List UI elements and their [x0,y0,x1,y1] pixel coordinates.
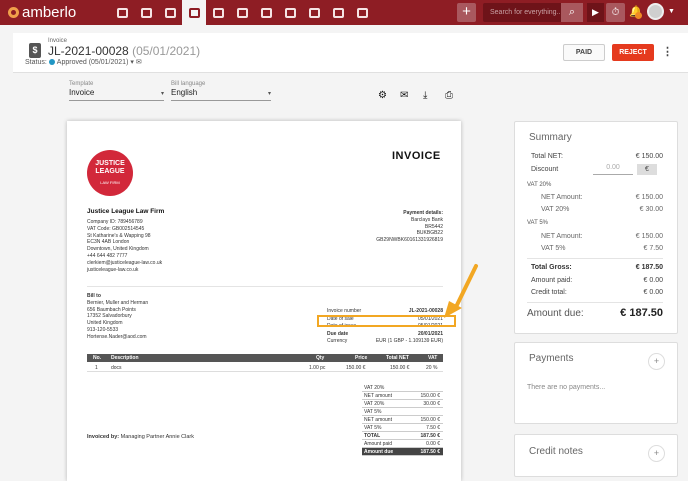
invoice-header: $ Invoice JL-2021-00028 (05/01/2021) Sta… [13,33,688,73]
summary-title: Summary [529,132,572,143]
mail-icon[interactable]: ✉ [400,90,408,101]
firm-details: Company ID: 789456789 VAT Code: GB0025145… [87,219,163,273]
status-badge: Approved (05/01/2021) [56,59,129,66]
invoice-doc-icon: $ [29,43,41,58]
table-row: 1 docs 1.00 pc 150.00 € 150.00 € 20 % [87,364,443,372]
vat-row: NET amount 150.00 € [362,416,443,424]
vat-row: VAT 5% [362,408,443,416]
chevron-down-icon: ▾ [130,59,134,66]
invoiced-by: Invoiced by: Managing Partner Annie Clar… [87,434,194,440]
vat-row: Amount paid 0.00 € [362,440,443,448]
vat-row: VAT 20% [362,384,443,392]
items-table-header: No. Description Qty Price Total NET VAT [87,354,443,362]
divider [87,286,443,287]
contacts-icon[interactable] [134,0,158,25]
chevron-down-icon[interactable]: ▼ [668,8,675,15]
firm-name: Justice League Law Firm [87,208,165,215]
vat-row: NET amount 150.00 € [362,392,443,400]
credit-notes-panel: Credit notes + [514,434,678,477]
template-label: Template [69,81,94,87]
vat-row: TOTAL 187.50 € [362,432,443,440]
documents-icon[interactable] [302,0,326,25]
reports-icon[interactable] [350,0,374,25]
billing-icon[interactable] [182,0,206,25]
bank-icon[interactable] [206,0,230,25]
payments-empty-text: There are no payments... [527,384,606,391]
logo-mark-icon [8,7,19,18]
firm-logo: JUSTICE LEAGUE LAW FIRM [87,150,133,196]
settings-icon[interactable]: ⚙ [378,90,387,101]
dashboard-icon[interactable] [110,0,134,25]
time-icon[interactable] [254,0,278,25]
avatar[interactable] [647,3,664,20]
status-dot-icon [48,59,55,65]
app-logo[interactable]: amberlo [8,4,100,21]
vat-row: VAT 20% 30.00 € [362,400,443,408]
status-line[interactable]: Status: Approved (05/01/2021) ▾ ✉ [25,58,142,66]
mail-icon: ✉ [135,59,142,66]
timer-icon[interactable]: ⏱ [606,3,625,22]
discount-currency-toggle[interactable]: € [637,164,657,175]
mail-icon[interactable] [326,0,350,25]
calendar-icon[interactable] [230,0,254,25]
summary-panel: Summary Total NET: € 150.00 Discount 0.00… [514,121,678,334]
download-icon[interactable]: ⤓ [423,90,427,101]
summary-row: Total NET: € 150.00 [531,153,663,160]
app-name: amberlo [22,4,77,21]
language-label: Bill language [171,81,206,87]
chevron-down-icon: ▾ [267,91,271,97]
matters-icon[interactable] [158,0,182,25]
date-of-sale-highlight [317,315,456,327]
bill-to: Bill to Bernier, Muller and Herman 656 Ba… [87,293,149,340]
summary-row: Total Gross: € 187.50 [531,264,663,271]
annotation-arrow-icon [444,264,478,318]
payments-title: Payments [529,353,574,364]
divider [527,258,663,259]
payments-panel: Payments + There are no payments... [514,342,678,424]
search-icon[interactable]: ⌕ [561,3,583,22]
vat-group-heading: VAT 20% [527,182,552,188]
vat-group-heading: VAT 5% [527,220,549,226]
template-select[interactable]: Invoice ▾ [69,88,164,101]
notification-badge [635,12,642,19]
summary-row: NET Amount: € 150.00 [541,233,663,240]
language-select[interactable]: English ▾ [171,88,271,101]
reject-button[interactable]: REJECT [612,44,654,61]
divider [527,302,663,303]
top-navbar: amberlo + Search for everything... ⌕ ▶ ⏱… [0,0,688,25]
page-title: JL-2021-00028 (05/01/2021) [48,44,201,58]
play-icon[interactable]: ▶ [587,3,604,22]
summary-row: Credit total: € 0.00 [531,289,663,296]
invoice-preview: JUSTICE LEAGUE LAW FIRM INVOICE Justice L… [67,121,461,481]
payment-details: Payment details: Barclays Bank BR5442 BUKB… [376,210,443,244]
summary-row: VAT 20% € 30.00 [541,206,663,213]
add-payment-button[interactable]: + [648,353,665,370]
more-options-icon[interactable]: ⋮ [662,45,673,58]
summary-row: Amount paid: € 0.00 [531,277,663,284]
quick-add-button[interactable]: + [457,3,476,22]
add-credit-note-button[interactable]: + [648,445,665,462]
amount-due-row: Amount due: € 187.50 [527,307,663,319]
print-icon[interactable]: ⎙ [445,90,453,101]
discount-input[interactable]: 0.00 [593,164,633,175]
paid-button[interactable]: PAID [563,44,605,61]
vat-row: VAT 5% 7.50 € [362,424,443,432]
folder-icon[interactable] [278,0,302,25]
vat-summary-table: VAT 20% NET amount 150.00 € VAT 20% 30.00 … [362,384,443,456]
main-nav [110,0,374,25]
summary-row: VAT 5% € 7.50 [541,245,663,252]
summary-row: NET Amount: € 150.00 [541,194,663,201]
vat-row: Amount due 187.50 € [362,448,443,456]
chevron-down-icon: ▾ [160,91,164,97]
credit-notes-title: Credit notes [529,446,583,457]
invoice-title: INVOICE [392,150,441,162]
